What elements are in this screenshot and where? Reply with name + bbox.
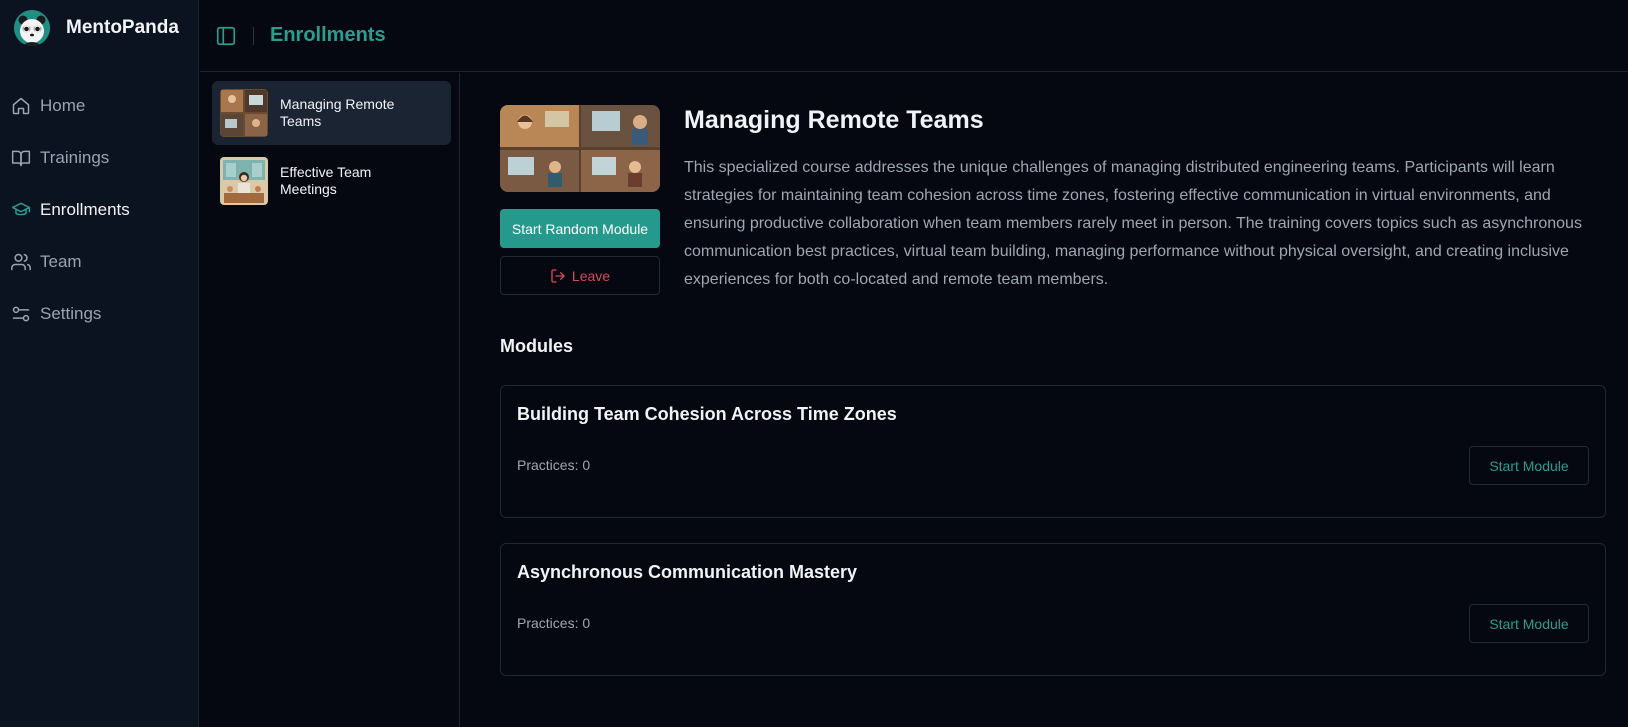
- sidebar-nav: Home Trainings Enrollments Team Settings: [0, 80, 199, 340]
- graduation-cap-icon: [10, 199, 32, 221]
- modules-heading: Modules: [500, 336, 574, 356]
- module-title: Building Team Cohesion Across Time Zones: [517, 404, 897, 424]
- leave-button[interactable]: Leave: [500, 256, 660, 295]
- header-divider: [253, 26, 254, 45]
- sidebar-item-label: Settings: [40, 304, 102, 323]
- module-practices-count: Practices: 0: [517, 615, 591, 631]
- sidebar-item-settings[interactable]: Settings: [0, 288, 199, 340]
- sidebar-item-trainings[interactable]: Trainings: [0, 132, 199, 184]
- top-header: Enrollments: [200, 0, 1628, 72]
- start-module-button[interactable]: Start Module: [1469, 446, 1589, 485]
- module-card: Asynchronous Communication Mastery Pract…: [500, 543, 1606, 676]
- start-module-button[interactable]: Start Module: [1469, 604, 1589, 643]
- sidebar-item-label: Team: [40, 252, 82, 271]
- sidebar-item-label: Enrollments: [40, 200, 130, 219]
- sidebar-item-home[interactable]: Home: [0, 80, 199, 132]
- brand[interactable]: MentoPanda: [14, 10, 179, 46]
- book-icon: [10, 147, 32, 169]
- sidebar: MentoPanda Home Trainings Enrollments Te…: [0, 0, 199, 727]
- panda-logo-icon: [14, 10, 50, 46]
- course-description: This specialized course addresses the un…: [684, 159, 1582, 288]
- sidebar-item-team[interactable]: Team: [0, 236, 199, 288]
- course-thumbnail: [220, 157, 268, 205]
- users-icon: [10, 251, 32, 273]
- sliders-icon: [10, 303, 32, 325]
- leave-label: Leave: [571, 267, 611, 284]
- enrollment-title: Managing Remote Teams: [280, 96, 395, 129]
- start-random-module-button[interactable]: Start Random Module: [500, 209, 660, 248]
- log-out-icon: [550, 268, 566, 284]
- module-card: Building Team Cohesion Across Time Zones…: [500, 385, 1606, 518]
- home-icon: [10, 95, 32, 117]
- page-title: Enrollments: [270, 24, 386, 46]
- course-cover-image: [500, 105, 660, 192]
- enrollment-list: Managing Remote Teams Effective Team Mee…: [200, 73, 460, 727]
- enrollment-title: Effective Team Meetings: [280, 164, 372, 197]
- brand-name: MentoPanda: [66, 17, 179, 38]
- module-title: Asynchronous Communication Mastery: [517, 562, 858, 582]
- module-practices-count: Practices: 0: [517, 457, 591, 473]
- sidebar-toggle-icon[interactable]: [215, 25, 237, 47]
- enrollment-item-effective-team-meetings[interactable]: Effective Team Meetings: [212, 149, 451, 213]
- sidebar-item-enrollments[interactable]: Enrollments: [0, 184, 199, 236]
- course-thumbnail: [220, 89, 268, 137]
- course-title: Managing Remote Teams: [684, 106, 984, 134]
- course-detail: Start Random Module Leave Managing Remot…: [461, 73, 1628, 727]
- sidebar-item-label: Trainings: [40, 148, 110, 167]
- sidebar-item-label: Home: [40, 96, 86, 115]
- enrollment-item-managing-remote-teams[interactable]: Managing Remote Teams: [212, 81, 451, 145]
